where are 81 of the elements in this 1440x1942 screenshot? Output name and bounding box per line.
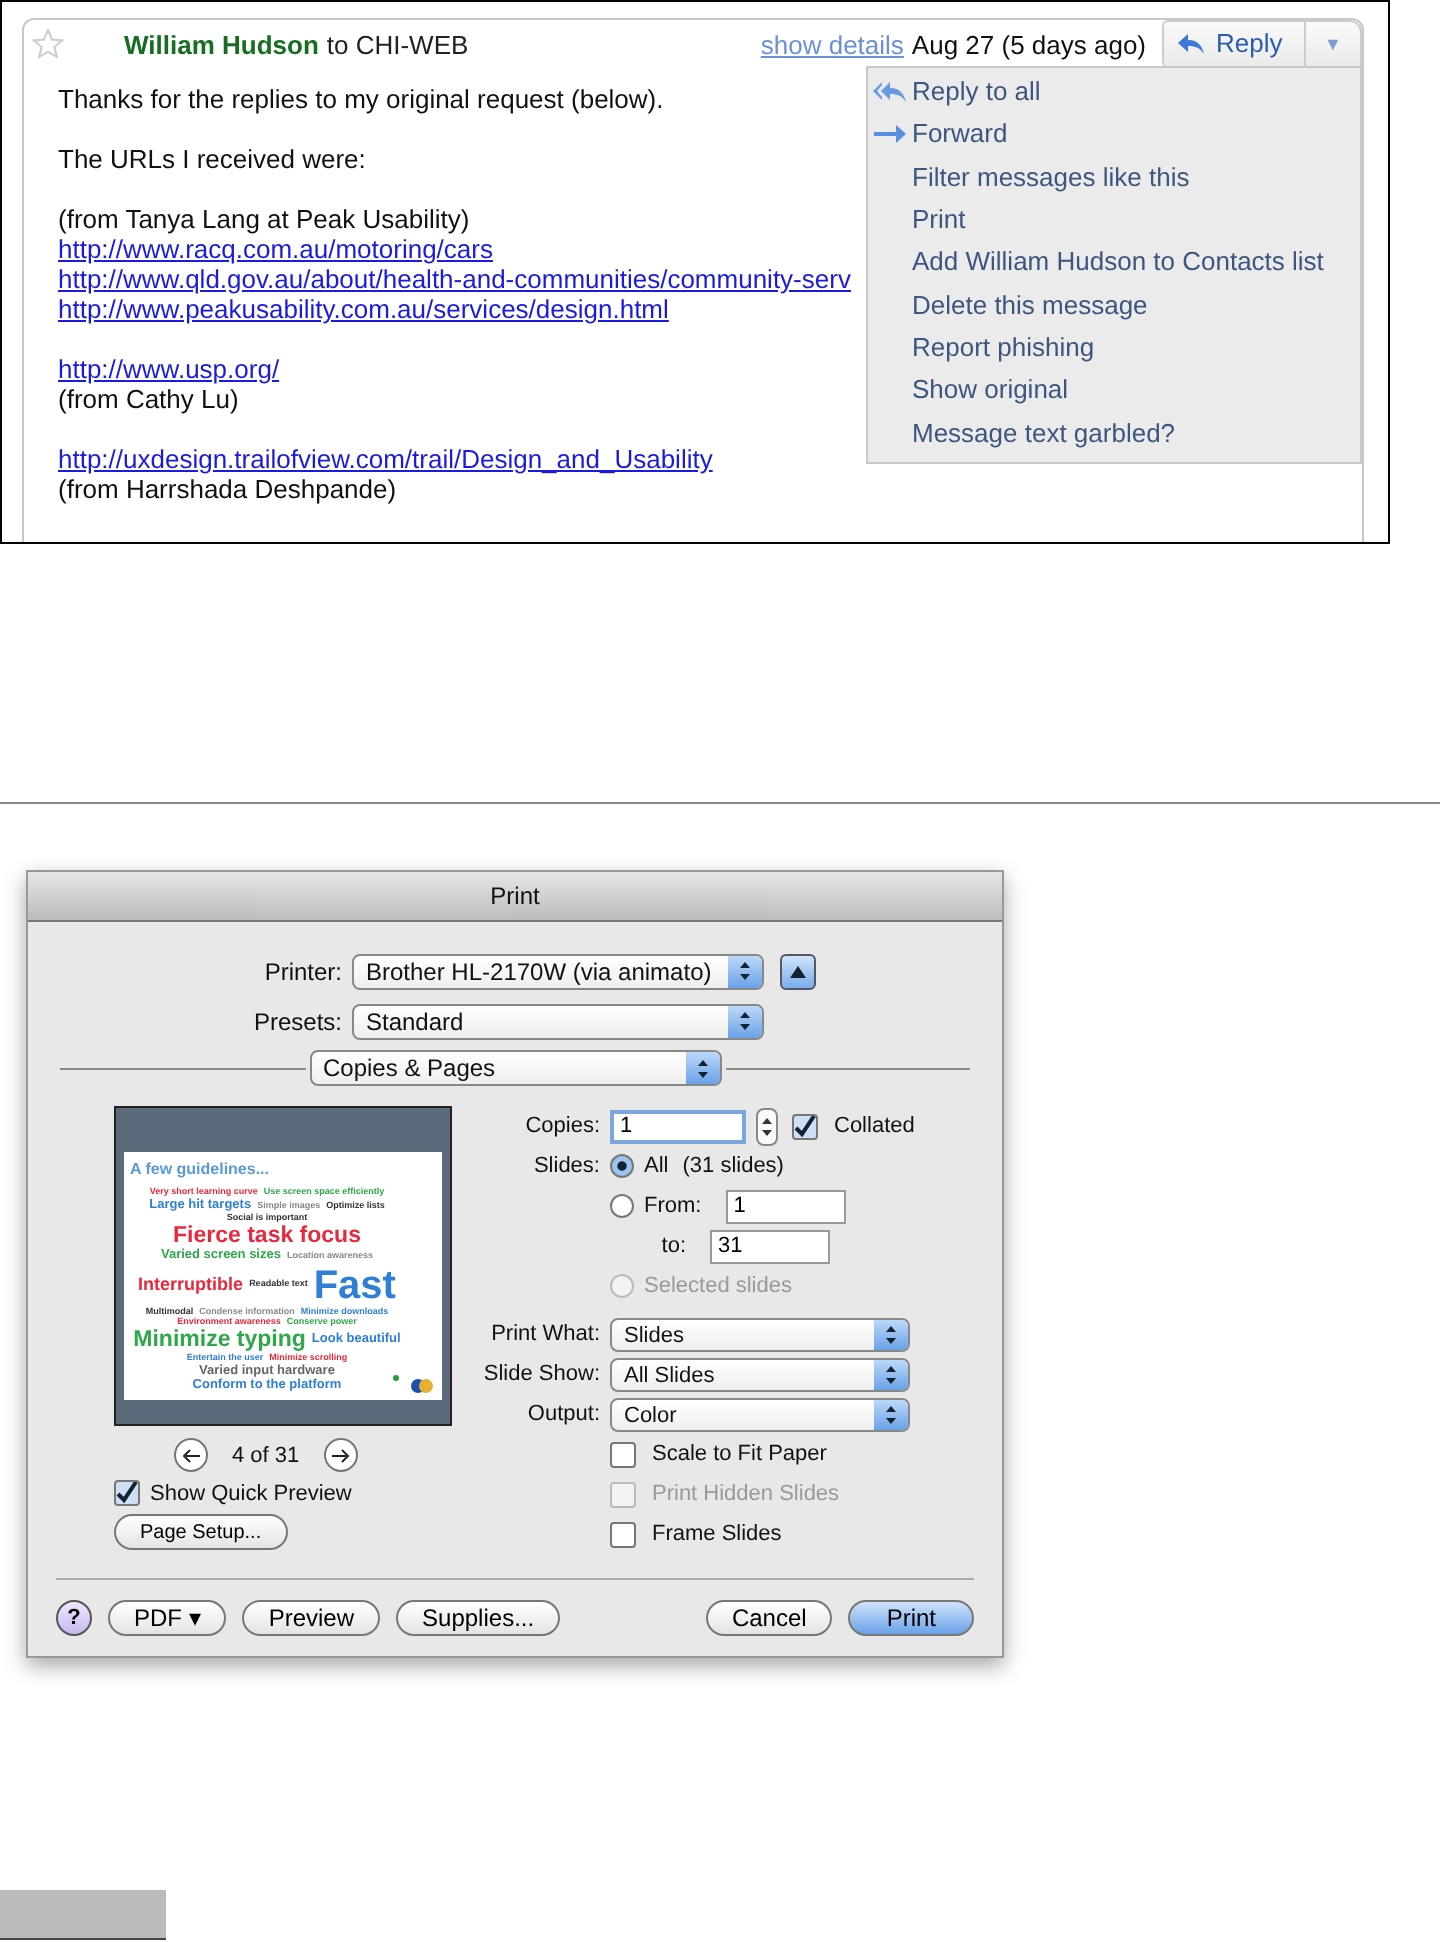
stepper-arrows-icon: [695, 1057, 709, 1079]
slides-radio-option[interactable]: All: [610, 1154, 669, 1178]
presets-popup[interactable]: Standard: [352, 1003, 764, 1039]
menu-item[interactable]: Message text garbled?: [868, 410, 1360, 454]
field-label: Presets:: [251, 1007, 344, 1035]
word-cloud-word: Interruptible: [138, 1276, 244, 1294]
printer-popup[interactable]: Brother HL-2170W (via animato): [352, 953, 764, 989]
stepper-arrows-icon: [884, 1403, 898, 1425]
field-label: Output:: [525, 1402, 600, 1426]
message-text: The URLs I received were:: [58, 144, 366, 174]
word-cloud-word: Fast: [313, 1265, 396, 1305]
help-button[interactable]: ?: [56, 1600, 92, 1636]
checkmark-icon: [794, 1115, 816, 1137]
url-link[interactable]: http://www.qld.gov.au/about/health-and-communities/community-serv: [58, 264, 851, 294]
menu-item[interactable]: Delete this message: [868, 282, 1360, 326]
option-checkbox[interactable]: Scale to Fit Paper: [610, 1441, 827, 1467]
arrow-right-icon: [872, 121, 908, 146]
previous-page-button[interactable]: [174, 1438, 208, 1472]
field-label: Slide Show:: [481, 1362, 600, 1386]
sender-name: William Hudson: [124, 29, 319, 59]
dialog-button[interactable]: Cancel: [705, 1600, 833, 1636]
dialog-button[interactable]: Supplies...: [396, 1600, 561, 1636]
stepper-arrows-icon: [738, 960, 752, 982]
option-checkbox[interactable]: Frame Slides: [610, 1521, 782, 1547]
menu-item[interactable]: Report phishing: [868, 325, 1360, 369]
to-field[interactable]: 31: [710, 1229, 830, 1263]
copies-field[interactable]: 1: [610, 1109, 746, 1143]
show-quick-preview-checkbox[interactable]: Show Quick Preview: [114, 1480, 352, 1506]
balls-logo-icon: [392, 1370, 436, 1394]
field-label: to:: [659, 1234, 686, 1258]
collated-checkbox[interactable]: Collated: [792, 1113, 915, 1139]
url-link[interactable]: http://www.usp.org/: [58, 354, 280, 384]
dialog-title: Print: [490, 882, 540, 910]
menu-item[interactable]: Add William Hudson to Contacts list: [868, 240, 1360, 283]
reply-arrow-icon: [1176, 31, 1208, 55]
page-setup-button[interactable]: Page Setup...: [114, 1514, 288, 1550]
message-text: (from Harrshada Deshpande): [58, 474, 397, 504]
field-label: Copies:: [523, 1114, 600, 1138]
arrow-right-icon: [330, 1447, 351, 1463]
option-popup[interactable]: All Slides: [610, 1357, 910, 1391]
stepper-arrows-icon: [738, 1010, 752, 1032]
slides-radio-option[interactable]: From:: [610, 1194, 702, 1218]
reply-button[interactable]: Reply: [1162, 19, 1306, 67]
message-text: (from Tanya Lang at Peak Usability): [58, 204, 470, 234]
triangle-up-icon: [790, 965, 806, 977]
slide-count-note: (31 slides): [682, 1154, 784, 1178]
dialog-button[interactable]: Print: [848, 1600, 974, 1636]
page-counter: 4 of 31: [232, 1443, 300, 1467]
word-cloud-word: Minimize typing: [133, 1329, 306, 1352]
message-text: Thanks for the replies to my original request (below).: [58, 84, 664, 114]
menu-item[interactable]: Forward: [868, 112, 1360, 156]
recipient-text: to CHI-WEB: [326, 29, 469, 59]
reply-all-icon: [872, 79, 908, 104]
option-popup[interactable]: Color: [610, 1397, 910, 1431]
menu-item[interactable]: Print: [868, 197, 1360, 241]
star-icon[interactable]: [32, 28, 64, 60]
message-text: (from Cathy Lu): [58, 384, 239, 414]
message-date: Aug 27 (5 days ago): [911, 29, 1146, 59]
section-popup[interactable]: Copies & Pages: [309, 1050, 721, 1086]
checkmark-icon: [116, 1482, 138, 1504]
stepper-icon[interactable]: [756, 1107, 778, 1145]
field-label: Slides:: [531, 1154, 600, 1178]
url-link[interactable]: http://uxdesign.trailofview.com/trail/Design_and_Usability: [58, 444, 713, 474]
menu-item[interactable]: Show original: [868, 368, 1360, 411]
arrow-left-icon: [181, 1447, 201, 1463]
stepper-arrows-icon: [884, 1323, 898, 1345]
dialog-button[interactable]: PDF ▾: [108, 1600, 227, 1636]
next-page-button[interactable]: [323, 1438, 358, 1472]
url-link[interactable]: http://www.peakusability.com.au/services/design.html: [58, 294, 669, 324]
menu-item[interactable]: Reply to all: [868, 70, 1360, 113]
field-label: Print What:: [489, 1322, 600, 1346]
stepper-arrows-icon: [884, 1363, 898, 1385]
from-field[interactable]: 1: [725, 1189, 846, 1223]
slide-heading: A few guidelines...: [130, 1160, 271, 1178]
disclosure-button[interactable]: [780, 953, 816, 989]
dialog-button[interactable]: Preview: [242, 1600, 381, 1636]
menu-item[interactable]: Filter messages like this: [868, 155, 1360, 198]
url-link[interactable]: http://www.racq.com.au/motoring/cars: [58, 234, 493, 264]
field-label: Printer:: [262, 957, 344, 985]
option-popup[interactable]: Slides: [610, 1317, 910, 1351]
word-cloud-word: Fierce task focus: [173, 1225, 361, 1248]
